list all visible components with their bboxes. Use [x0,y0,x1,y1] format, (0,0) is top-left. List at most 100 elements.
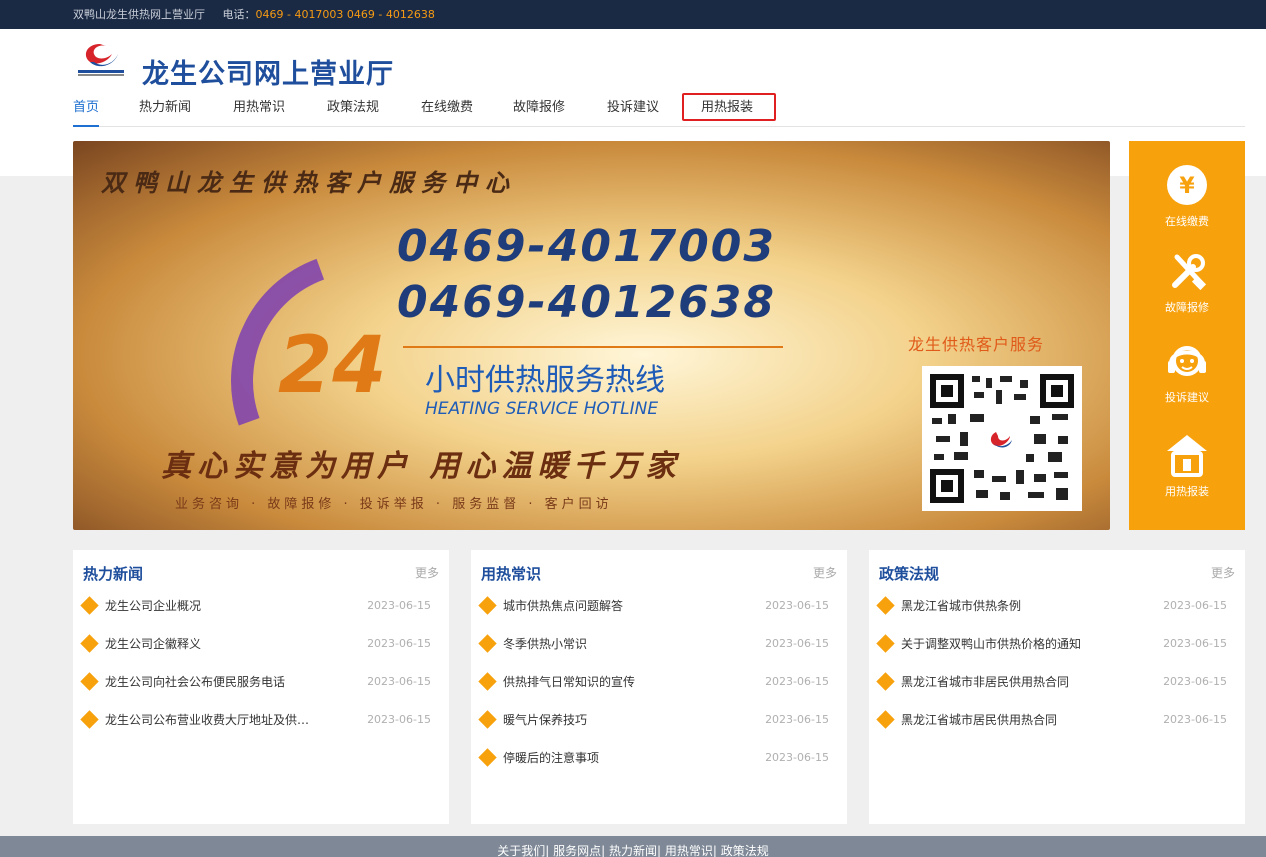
diamond-bullet-icon [876,710,895,729]
card-title: 用热常识 [481,565,542,583]
footer-link-heat-knowledge[interactable]: 用热常识| [665,844,717,857]
banner-hotline-en: HEATING SERVICE HOTLINE [425,399,659,419]
banner-24-number: 24 [278,321,387,411]
list-item[interactable]: 冬季供热小常识 2023-06-15 [478,634,829,672]
sidebar-label-heat-install: 用热报装 [1165,485,1209,498]
list-item-title[interactable]: 停暖后的注意事项 [503,748,599,768]
list-item[interactable]: 龙生公司公布营业收费大厅地址及供… 2023-06-15 [80,710,431,748]
sidebar-label-online-pay: 在线缴费 [1165,215,1209,228]
list-item[interactable]: 龙生公司企徽释义 2023-06-15 [80,634,431,672]
house-icon [1167,435,1207,477]
quick-service-sidebar: ¥ 在线缴费 故障报修 投诉建议 用热报装 [1129,141,1245,530]
list-item-title[interactable]: 城市供热焦点问题解答 [503,596,623,616]
diamond-bullet-icon [876,672,895,691]
list-item[interactable]: 停暖后的注意事项 2023-06-15 [478,748,829,786]
site-footer: 关于我们| 服务网点| 热力新闻| 用热常识| 政策法规 [0,836,1266,857]
list-item[interactable]: 暖气片保养技巧 2023-06-15 [478,710,829,748]
banner-slogan: 真心实意为用户 用心温暖千万家 [161,449,682,484]
list-item-title[interactable]: 供热排气日常知识的宣传 [503,672,635,692]
banner-service-label: 龙生供热客户服务 [908,335,1045,354]
footer-link-policy[interactable]: 政策法规 [721,844,769,857]
diamond-bullet-icon [478,748,497,767]
qr-code [922,366,1082,511]
sidebar-label-fault-report: 故障报修 [1165,301,1209,314]
more-link[interactable]: 更多 [813,564,837,581]
diamond-bullet-icon [478,710,497,729]
diamond-bullet-icon [80,596,99,615]
sidebar-item-online-pay[interactable]: ¥ 在线缴费 [1129,163,1245,229]
diamond-bullet-icon [876,596,895,615]
list-item-date: 2023-06-15 [765,637,829,650]
list-item-title[interactable]: 黑龙江省城市供热条例 [901,596,1021,616]
list-item[interactable]: 关于调整双鸭山市供热价格的通知 2023-06-15 [876,634,1227,672]
banner-phone-2: 0469-4012638 [397,277,777,328]
list-item-title[interactable]: 龙生公司公布营业收费大厅地址及供… [105,710,309,730]
diamond-bullet-icon [478,596,497,615]
heat-knowledge-card: 用热常识 更多 城市供热焦点问题解答 2023-06-15 冬季供热小常识 2023… [471,550,847,824]
list-item-title[interactable]: 龙生公司向社会公布便民服务电话 [105,672,285,692]
nav-item-policy[interactable]: 政策法规 [327,97,379,127]
list-item[interactable]: 龙生公司企业概况 2023-06-15 [80,596,431,634]
banner-hotline-cn: 小时供热服务热线 [425,363,665,398]
list-item[interactable]: 供热排气日常知识的宣传 2023-06-15 [478,672,829,710]
list-item-title[interactable]: 关于调整双鸭山市供热价格的通知 [901,634,1081,654]
diamond-bullet-icon [478,672,497,691]
policy-card: 政策法规 更多 黑龙江省城市供热条例 2023-06-15 关于调整双鸭山市供热价… [869,550,1245,824]
svg-text:¥: ¥ [1179,174,1195,199]
list-item-title[interactable]: 冬季供热小常识 [503,634,587,654]
nav-item-heat-knowledge[interactable]: 用热常识 [233,97,285,127]
main-nav: 首页 热力新闻 用热常识 政策法规 在线缴费 故障报修 投诉建议 用热报装 [73,97,1245,127]
list-item[interactable]: 黑龙江省城市非居民供用热合同 2023-06-15 [876,672,1227,710]
phone-label: 电话： [222,8,256,21]
sidebar-item-fault-report[interactable]: 故障报修 [1129,249,1245,315]
logo-icon[interactable] [76,40,126,78]
list-item-title[interactable]: 黑龙江省城市居民供用热合同 [901,710,1057,730]
top-info-bar: 双鸭山龙生供热网上营业厅 电话：0469 - 4017003 0469 - 40… [0,0,1266,29]
list-item-date: 2023-06-15 [367,599,431,612]
site-name-text: 双鸭山龙生供热网上营业厅 [73,8,205,21]
list-item[interactable]: 黑龙江省城市供热条例 2023-06-15 [876,596,1227,634]
nav-highlight-box [682,93,776,121]
diamond-bullet-icon [80,672,99,691]
nav-item-complaint[interactable]: 投诉建议 [607,97,659,127]
list-item[interactable]: 黑龙江省城市居民供用热合同 2023-06-15 [876,710,1227,748]
diamond-bullet-icon [478,634,497,653]
banner-divider-line [403,346,783,348]
list-item-date: 2023-06-15 [367,637,431,650]
list-item-date: 2023-06-15 [1163,599,1227,612]
list-item-date: 2023-06-15 [765,751,829,764]
yen-icon: ¥ [1167,165,1207,205]
list-item-title[interactable]: 龙生公司企业概况 [105,596,201,616]
list-item-date: 2023-06-15 [1163,637,1227,650]
list-item-date: 2023-06-15 [367,713,431,726]
nav-item-online-pay[interactable]: 在线缴费 [421,97,473,127]
sidebar-item-complaint[interactable]: 投诉建议 [1129,339,1245,405]
nav-item-fault-report[interactable]: 故障报修 [513,97,565,127]
hero-banner[interactable]: 双鸭山龙生供热客户服务中心 0469-4017003 0469-4012638 … [73,141,1110,530]
news-card: 热力新闻 更多 龙生公司企业概况 2023-06-15 龙生公司企徽释义 2023-… [73,550,449,824]
sidebar-item-heat-install[interactable]: 用热报装 [1129,433,1245,499]
list-item-date: 2023-06-15 [367,675,431,688]
banner-phone-1: 0469-4017003 [397,221,777,272]
nav-item-heat-news[interactable]: 热力新闻 [139,97,191,127]
list-item-title[interactable]: 黑龙江省城市非居民供用热合同 [901,672,1069,692]
banner-services: 业务咨询 · 故障报修 · 投诉举报 · 服务监督 · 客户回访 [175,497,613,512]
qr-code-icon [930,374,1074,503]
list-item-date: 2023-06-15 [765,599,829,612]
more-link[interactable]: 更多 [415,564,439,581]
list-item-date: 2023-06-15 [1163,713,1227,726]
card-title: 政策法规 [879,565,940,583]
footer-link-about[interactable]: 关于我们| [497,844,549,857]
footer-link-service-points[interactable]: 服务网点| [553,844,605,857]
more-link[interactable]: 更多 [1211,564,1235,581]
list-item[interactable]: 龙生公司向社会公布便民服务电话 2023-06-15 [80,672,431,710]
list-item[interactable]: 城市供热焦点问题解答 2023-06-15 [478,596,829,634]
list-item-date: 2023-06-15 [765,675,829,688]
list-item-title[interactable]: 龙生公司企徽释义 [105,634,201,654]
footer-link-heat-news[interactable]: 热力新闻| [609,844,661,857]
sidebar-label-complaint: 投诉建议 [1165,391,1209,404]
site-title: 龙生公司网上营业厅 [142,59,394,90]
list-item-date: 2023-06-15 [1163,675,1227,688]
list-item-title[interactable]: 暖气片保养技巧 [503,710,587,730]
nav-item-home[interactable]: 首页 [73,97,100,127]
